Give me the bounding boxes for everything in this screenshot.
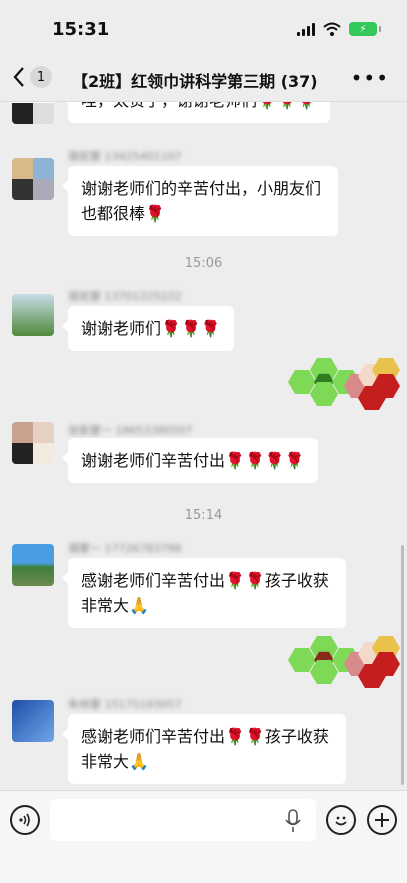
- message-bubble[interactable]: 感谢老师们辛苦付出🌹🌹孩子收获非常大🙏: [62, 558, 346, 628]
- chat-title: 【2班】红领巾讲科学第三期 (37): [72, 72, 318, 91]
- message-text: 哇，太赞了，谢谢老师们: [81, 102, 257, 110]
- status-bar: 15:31 ⚡: [0, 0, 407, 58]
- sender-name: 张斯蒙一 18653380507: [68, 424, 193, 437]
- sender-name: 骆驼蒙 13425401107: [68, 150, 182, 163]
- back-button[interactable]: 1: [12, 66, 52, 88]
- message-text: 感谢老师们辛苦付出: [81, 571, 226, 590]
- status-time: 15:31: [52, 19, 110, 40]
- message-input[interactable]: [50, 799, 316, 841]
- avatar[interactable]: [12, 422, 54, 464]
- timestamp: 15:14: [184, 508, 223, 523]
- rose-emoji: 🌹: [145, 204, 165, 223]
- message-text: 谢谢老师们辛苦付出: [81, 451, 226, 470]
- avatar[interactable]: [12, 158, 54, 200]
- rose-emoji: 🌹🌹: [225, 571, 265, 590]
- chat-message-list[interactable]: 哇，太赞了，谢谢老师们🌹🌹🌹 骆驼蒙 13425401107 谢谢老师们的辛苦付…: [0, 102, 407, 790]
- battery-icon: ⚡: [349, 22, 381, 36]
- message-bubble[interactable]: 谢谢老师们的辛苦付出，小朋友们也都很棒🌹: [62, 166, 338, 236]
- avatar[interactable]: [12, 294, 54, 336]
- sender-name: 朱林蒙 15175193057: [68, 698, 182, 711]
- plus-icon: [375, 813, 389, 827]
- message-bubble[interactable]: 感谢老师们辛苦付出🌹🌹孩子收获非常大🙏: [62, 714, 346, 784]
- message-text: 谢谢老师们: [81, 319, 162, 338]
- scrollbar[interactable]: [401, 545, 404, 785]
- signal-icon: [297, 22, 315, 36]
- add-button[interactable]: [367, 805, 397, 835]
- message-text: 感谢老师们辛苦付出: [81, 727, 226, 746]
- input-bar: [0, 790, 407, 883]
- avatar[interactable]: [12, 102, 54, 124]
- sender-name: 骆驼蒙 13701225222: [68, 290, 182, 303]
- rose-emoji: 🌹🌹🌹🌹: [225, 451, 305, 470]
- rose-emoji: 🌹🌹: [225, 727, 265, 746]
- sender-name: 潮蒙一 17726783798: [68, 542, 182, 555]
- unread-count-badge: 1: [30, 66, 52, 88]
- voice-wave-icon: [19, 813, 30, 827]
- avatar[interactable]: [12, 544, 54, 586]
- rose-emoji: 🌹🌹🌹: [161, 319, 221, 338]
- message-text: 谢谢老师们的辛苦付出，小朋友们也都很棒: [81, 179, 322, 223]
- message-bubble[interactable]: 谢谢老师们辛苦付出🌹🌹🌹🌹: [62, 438, 318, 483]
- rose-emoji: 🌹🌹🌹: [257, 102, 317, 110]
- emoji-button[interactable]: [326, 805, 356, 835]
- avatar[interactable]: [12, 700, 54, 742]
- charging-icon: ⚡: [359, 23, 367, 35]
- status-icons: ⚡: [297, 22, 381, 36]
- smiley-icon: [335, 816, 347, 826]
- wifi-icon: [323, 22, 341, 36]
- timestamp: 15:06: [184, 256, 223, 271]
- folded-hands-emoji: 🙏: [129, 752, 149, 771]
- chevron-left-icon: [13, 67, 24, 87]
- message-bubble[interactable]: 谢谢老师们🌹🌹🌹: [62, 306, 234, 351]
- more-options-button[interactable]: •••: [351, 66, 389, 90]
- folded-hands-emoji: 🙏: [129, 596, 149, 615]
- voice-toggle-button[interactable]: [10, 805, 40, 835]
- chat-header: 1 【2班】红领巾讲科学第三期 (37) •••: [0, 58, 407, 102]
- sticker-image[interactable]: [288, 358, 400, 410]
- sticker-image[interactable]: [288, 636, 400, 688]
- message-bubble[interactable]: 哇，太赞了，谢谢老师们🌹🌹🌹: [62, 102, 330, 123]
- microphone-icon[interactable]: [285, 809, 301, 833]
